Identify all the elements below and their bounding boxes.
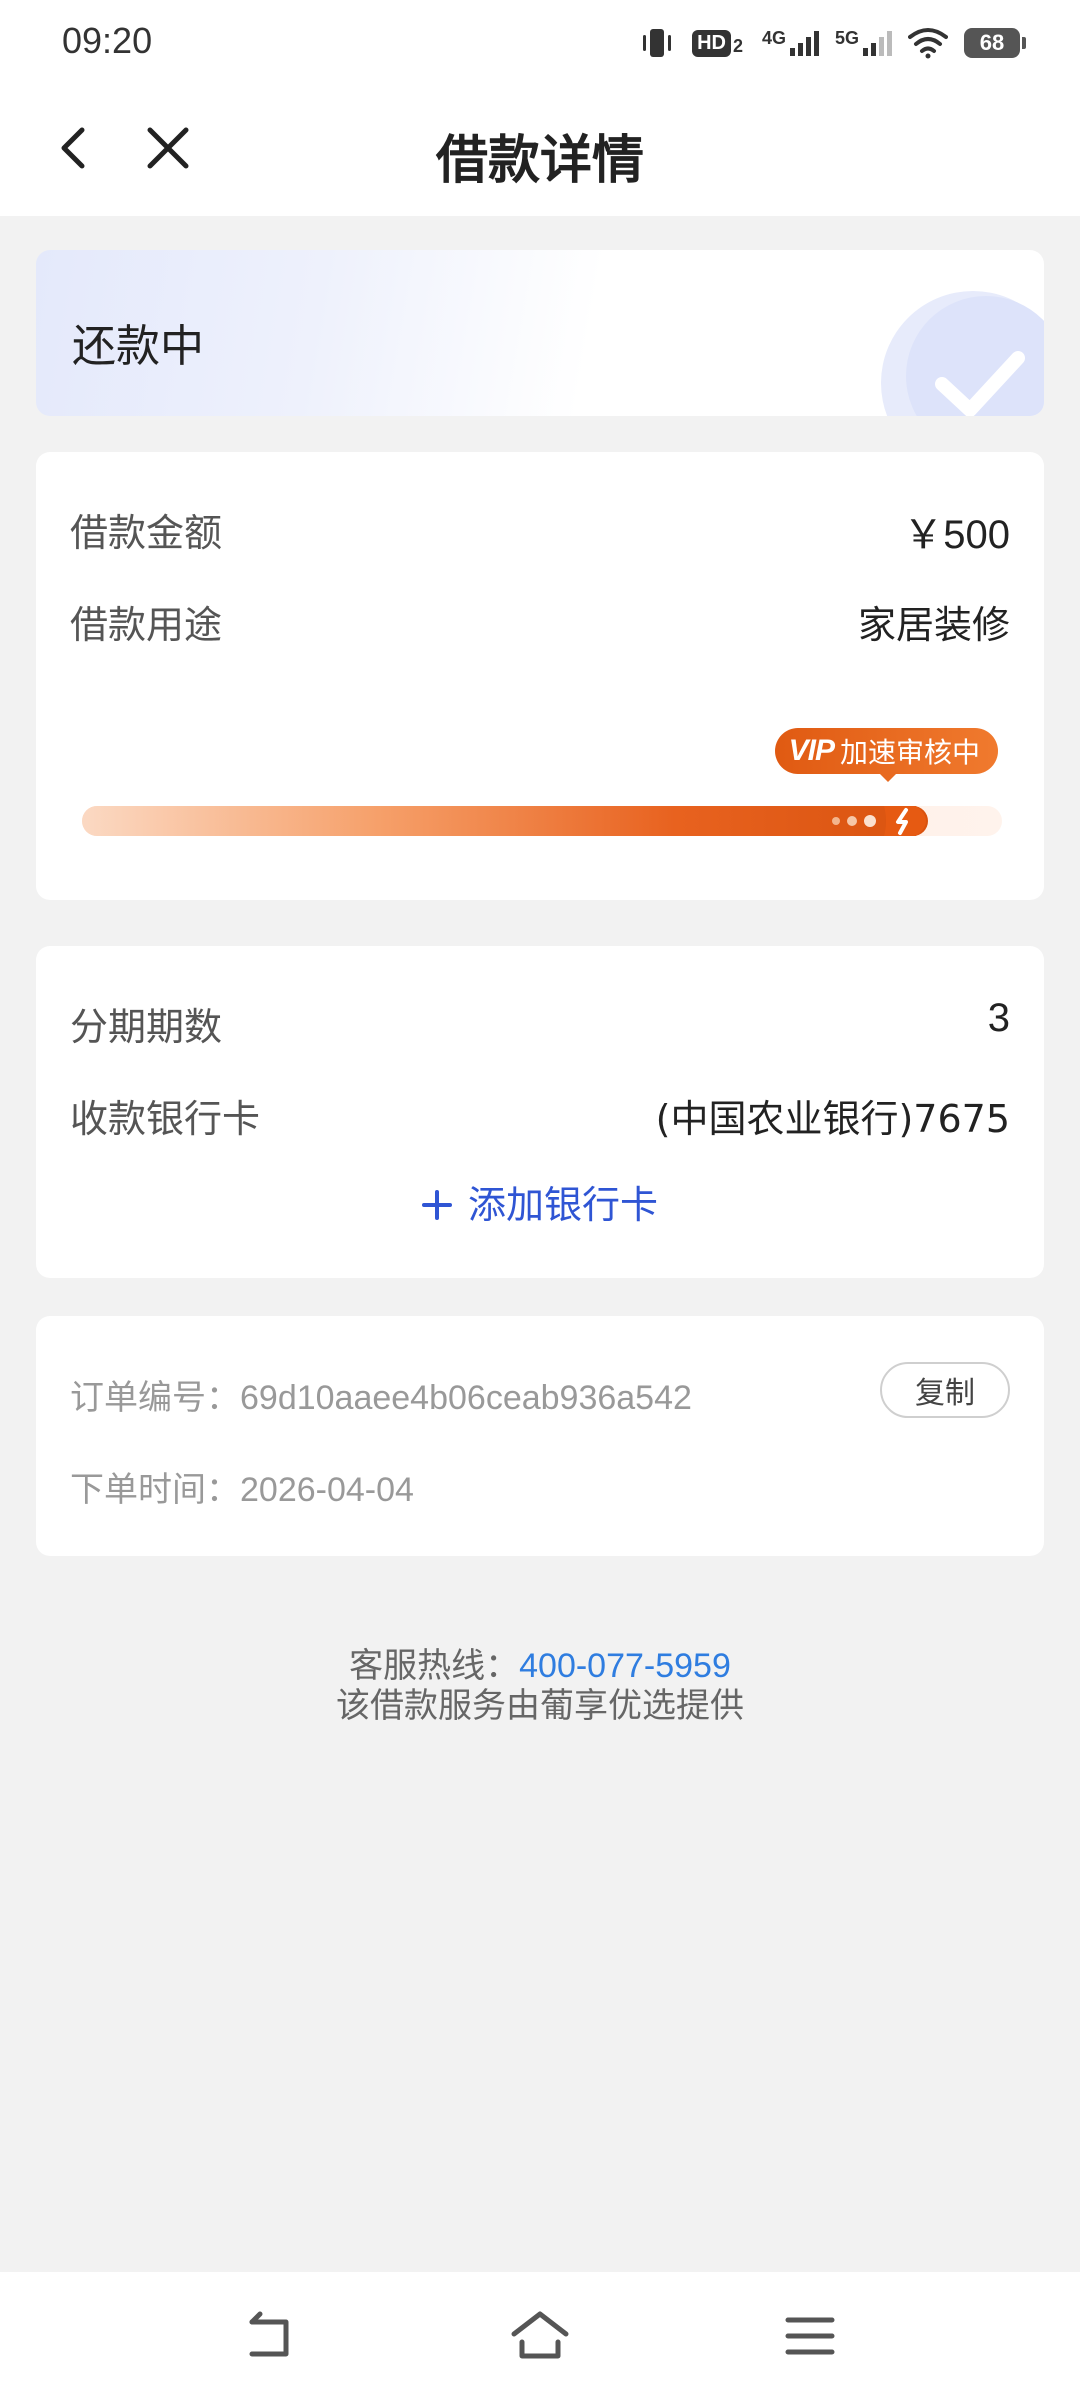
status-bar: 09:20 HD 2 4G 5G 68: [0, 0, 1080, 86]
vibrate-icon: [638, 26, 676, 60]
order-time-label: 下单时间：: [70, 1470, 240, 1510]
status-icons: HD 2 4G 5G 68: [638, 22, 1026, 64]
order-time-value: 2026-04-04: [240, 1471, 414, 1509]
periods-value: 3: [987, 996, 1010, 1040]
review-progress-fill: [82, 806, 928, 836]
check-badge-icon: [881, 291, 1044, 416]
system-back-button[interactable]: [238, 2304, 302, 2368]
hotline-label: 客服热线：: [349, 1646, 520, 1686]
wifi-icon: [908, 27, 948, 59]
menu-icon: [785, 2317, 835, 2355]
system-home-button[interactable]: [508, 2304, 572, 2368]
plus-icon: [421, 1190, 452, 1220]
top-bar: 09:20 HD 2 4G 5G 68 借款详情: [0, 0, 1080, 216]
repayment-status-card: 还款中: [36, 250, 1044, 416]
order-info-card: 订单编号：69d10aaee4b06ceab936a542 复制 下单时间：20…: [36, 1316, 1044, 1556]
back-nav-icon: [249, 2311, 289, 2357]
loan-purpose-value: 家居装修: [857, 603, 1010, 647]
signal-4g-icon: 4G: [762, 28, 819, 58]
home-icon: [511, 2311, 569, 2359]
system-nav-bar: [0, 2272, 1080, 2400]
loan-info-card: 借款金额 ￥500 借款用途 家居装修 VIP 加速审核中: [36, 452, 1044, 900]
bank-card-label: 收款银行卡: [70, 1097, 261, 1141]
order-time-row: 下单时间：2026-04-04: [70, 1462, 414, 1511]
repayment-status-text: 还款中: [72, 321, 204, 372]
installment-card: 分期期数 3 收款银行卡 (中国农业银行)7675 添加银行卡: [36, 946, 1044, 1278]
page-title: 借款详情: [435, 131, 644, 191]
order-number-row: 订单编号：69d10aaee4b06ceab936a542: [70, 1370, 692, 1419]
loan-purpose-label: 借款用途: [70, 603, 223, 647]
loan-amount-value: ￥500: [903, 513, 1010, 557]
vip-review-tag: VIP 加速审核中: [774, 728, 998, 782]
provider-text: 该借款服务由葡享优选提供: [336, 1686, 744, 1726]
order-number-label: 订单编号：: [70, 1378, 240, 1418]
hotline-number-link[interactable]: 400-077-5959: [519, 1647, 731, 1685]
loan-amount-label: 借款金额: [70, 511, 223, 555]
hotline-row: 客服热线：400-077-5959: [0, 1646, 1080, 1686]
hd-sub: 2: [732, 35, 743, 56]
system-menu-button[interactable]: [778, 2304, 842, 2368]
periods-label: 分期期数: [70, 1005, 223, 1049]
status-time: 09:20: [62, 20, 153, 61]
hd-icon: HD 2: [692, 29, 746, 57]
copy-button[interactable]: 复制: [880, 1362, 1010, 1418]
footer: 客服热线：400-077-5959 该借款服务由葡享优选提供: [0, 1646, 1080, 1726]
net-5g-label: 5G: [834, 28, 859, 48]
vip-review-text: 加速审核中: [839, 736, 980, 769]
net-4g-label: 4G: [761, 28, 786, 48]
hd-badge-text: HD: [692, 29, 731, 57]
battery-icon: 68: [964, 28, 1026, 58]
add-bank-card-label: 添加银行卡: [467, 1183, 658, 1227]
vip-word: VIP: [788, 734, 835, 767]
order-number-value: 69d10aaee4b06ceab936a542: [240, 1379, 692, 1417]
signal-5g-icon: 5G: [835, 28, 892, 58]
add-bank-card-button[interactable]: 添加银行卡: [36, 1174, 1044, 1229]
bank-card-value: (中国农业银行)7675: [655, 1097, 1010, 1141]
rocket-icon: [832, 806, 926, 836]
